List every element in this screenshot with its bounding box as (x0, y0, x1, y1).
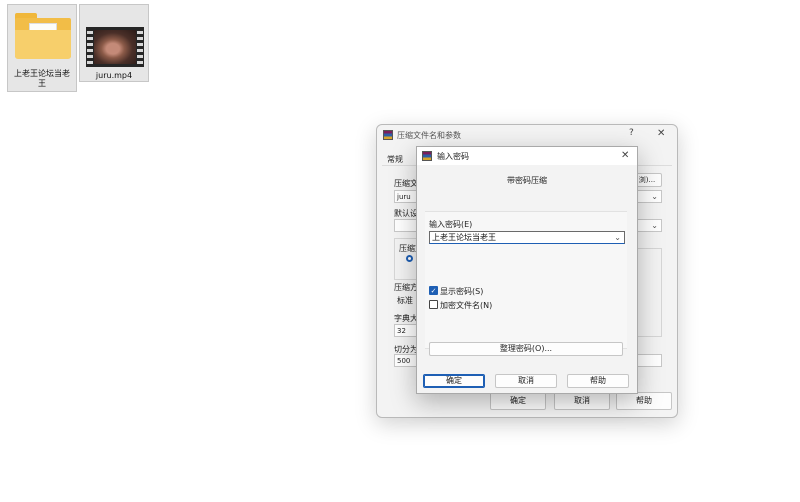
enter-password-label: 输入密码(E) (429, 220, 473, 229)
ok-button[interactable]: 确定 (423, 374, 485, 388)
help-icon[interactable]: ? (629, 128, 634, 138)
video-thumbnail-icon (86, 27, 144, 67)
organize-passwords-button[interactable]: 整理密码(O)... (429, 342, 623, 356)
help-button[interactable]: 帮助 (567, 374, 629, 388)
chevron-down-icon: ⌄ (651, 221, 658, 230)
encrypt-filenames-label[interactable]: 加密文件名(N) (440, 300, 492, 311)
tab-general[interactable]: 常规 (387, 154, 403, 165)
show-password-label[interactable]: 显示密码(S) (440, 286, 483, 297)
cancel-button[interactable]: 取消 (554, 392, 610, 410)
close-icon[interactable]: ✕ (657, 128, 665, 139)
chevron-down-icon: ⌄ (651, 192, 658, 201)
dictionary-label: 字典大 (394, 314, 418, 323)
ok-button[interactable]: 确定 (490, 392, 546, 410)
default-profile-label: 默认设 (394, 209, 418, 218)
archive-name-label: 压缩文 (394, 179, 418, 188)
video-label: juru.mp4 (95, 71, 133, 80)
cancel-button[interactable]: 取消 (495, 374, 557, 388)
folder-label: 上老王论坛当老王 (14, 69, 70, 88)
winrar-icon (422, 151, 432, 161)
desktop-folder-item[interactable]: 上老王论坛当老王 (7, 4, 77, 92)
method-value[interactable]: 标准 (397, 295, 413, 306)
help-button[interactable]: 帮助 (616, 392, 672, 410)
method-label: 压缩方 (394, 283, 418, 292)
folder-icon (15, 13, 71, 61)
close-icon[interactable]: ✕ (621, 150, 629, 161)
winrar-icon (383, 130, 393, 140)
password-dialog: 输入密码 ✕ 带密码压缩 输入密码(E) 上老王论坛当老王 ⌄ ✓ 显示密码(S… (416, 146, 638, 394)
password-dialog-subtitle: 带密码压缩 (507, 176, 547, 185)
encrypt-filenames-checkbox[interactable] (429, 300, 438, 309)
desktop-video-item[interactable]: juru.mp4 (79, 4, 149, 82)
chevron-down-icon[interactable]: ⌄ (614, 232, 621, 243)
dialog-title: 压缩文件名和参数 (397, 131, 461, 140)
password-input[interactable]: 上老王论坛当老王 ⌄ (429, 231, 625, 244)
password-input-value: 上老王论坛当老王 (432, 233, 496, 242)
show-password-checkbox[interactable]: ✓ (429, 286, 438, 295)
rar-radio[interactable] (406, 255, 413, 262)
password-dialog-title: 输入密码 (437, 152, 469, 161)
password-dialog-titlebar: 输入密码 ✕ (417, 147, 637, 165)
